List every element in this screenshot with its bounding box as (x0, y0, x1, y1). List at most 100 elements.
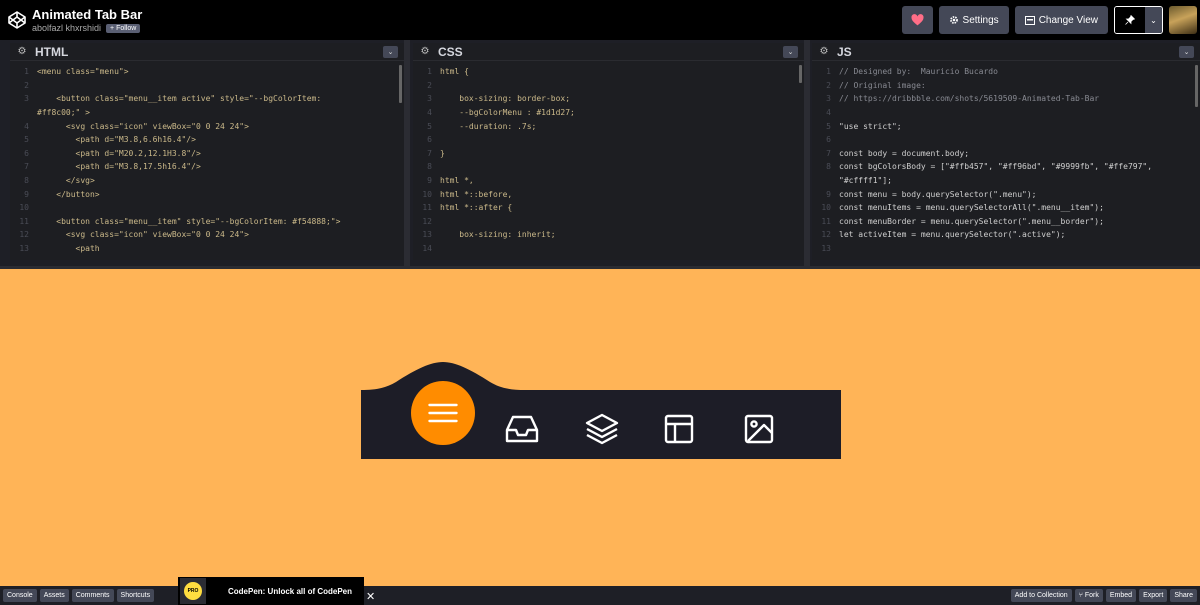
code-line: 12 (413, 215, 804, 229)
scrollbar[interactable] (1195, 65, 1198, 107)
pen-title[interactable]: Animated Tab Bar (32, 7, 142, 22)
code-line: 7 <path d="M3.8,17.5h16.4"/> (10, 160, 404, 174)
author-name[interactable]: abolfazl khxrshidi (32, 23, 101, 33)
code-line: 2 (10, 79, 404, 93)
close-icon[interactable]: ✕ (366, 590, 375, 603)
code-text: "use strict"; (839, 121, 902, 131)
change-view-button[interactable]: Change View (1014, 6, 1108, 34)
codepen-logo-icon[interactable] (7, 10, 27, 30)
code-text: // Designed by: Mauricio Bucardo (839, 67, 998, 77)
pin-dropdown-button[interactable]: ⌄ (1145, 7, 1162, 33)
pro-promo-banner[interactable]: PRO CodePen: Unlock all of CodePen (178, 577, 364, 605)
line-number: 8 (24, 176, 29, 186)
code-line: 1 html { (413, 65, 804, 79)
fork-icon: ⑂ (1078, 592, 1083, 599)
comments-button[interactable]: Comments (71, 589, 114, 602)
html-editor-panel[interactable]: ⚙ HTML ⌄ 1 <menu class="menu"> 2 3 <button … (10, 43, 404, 260)
scrollbar[interactable] (799, 65, 802, 83)
code-area[interactable]: 1 html {2 3 box-sizing: border-box; 4 --bgC… (413, 61, 804, 255)
panel-collapse-button[interactable]: ⌄ (1179, 45, 1194, 58)
code-text: html { (440, 67, 469, 77)
tab-layout-button[interactable] (659, 409, 699, 449)
code-text: const bgColorsBody = ["#ffb457", "#ff96b… (839, 162, 1153, 172)
code-line: 1 <menu class="menu"> (10, 65, 404, 79)
code-area[interactable]: 1 // Designed by: Mauricio Bucardo 2 // Ori… (812, 61, 1200, 255)
user-avatar[interactable] (1169, 6, 1197, 34)
line-number: 13 (422, 230, 432, 240)
code-text: <menu class="menu"> (37, 67, 129, 77)
panel-gear-icon[interactable]: ⚙ (817, 46, 831, 57)
code-line: 9 const menu = body.querySelector(".menu"… (812, 187, 1200, 201)
code-line: 6 (413, 133, 804, 147)
share-button[interactable]: Share (1170, 589, 1197, 602)
add-to-collection-button[interactable]: Add to Collection (1010, 589, 1072, 602)
export-button[interactable]: Export (1139, 589, 1168, 602)
line-number: 6 (826, 135, 831, 145)
line-number: 4 (826, 108, 831, 118)
code-text: <button class="menu__item active" style=… (37, 94, 322, 104)
line-number: 10 (422, 189, 432, 199)
line-number: 13 (821, 244, 831, 254)
panel-resize-handle[interactable] (404, 40, 410, 266)
inbox-icon (505, 415, 539, 443)
panel-lang-title: HTML (35, 44, 69, 59)
code-text: <path d="M20.2,12.1H3.8"/> (37, 148, 201, 158)
code-line: 4 --bgColorMenu : #1d1d27; (413, 106, 804, 120)
panel-resize-handle[interactable] (804, 40, 810, 266)
code-line: 7} (413, 147, 804, 161)
code-text: let activeItem = menu.querySelector(".ac… (839, 230, 1066, 240)
line-number: 11 (19, 216, 29, 226)
shortcuts-button[interactable]: Shortcuts (116, 589, 155, 602)
pin-group: ⌄ (1114, 6, 1163, 34)
line-number: 3 (24, 94, 29, 104)
follow-button[interactable]: + Follow (106, 23, 141, 33)
code-text: // Original image: (839, 80, 926, 90)
js-editor-panel[interactable]: ⚙ JS ⌄ 1 // Designed by: Mauricio Bucardo… (812, 43, 1200, 260)
code-line: 6 (812, 133, 1200, 147)
line-number: 4 (427, 108, 432, 118)
css-editor-panel[interactable]: ⚙ CSS ⌄ 1 html {2 3 box-sizing: border-box… (413, 43, 804, 260)
scrollbar[interactable] (399, 65, 402, 103)
tab-image-button[interactable] (739, 409, 779, 449)
tab-inbox-button[interactable] (502, 409, 542, 449)
line-number: 2 (427, 80, 432, 90)
code-text: "#cffff1"]; (839, 176, 892, 186)
code-line: 8 </svg> (10, 174, 404, 188)
line-number: 13 (19, 244, 29, 254)
console-button[interactable]: Console (3, 589, 37, 602)
line-number: 3 (427, 94, 432, 104)
line-number: 11 (821, 216, 831, 226)
panel-collapse-button[interactable]: ⌄ (783, 45, 798, 58)
code-text: html *::after { (440, 203, 513, 213)
pro-badge-icon: PRO (180, 578, 206, 604)
panel-gear-icon[interactable]: ⚙ (418, 46, 432, 57)
line-number: 2 (24, 80, 29, 90)
code-area[interactable]: 1 <menu class="menu"> 2 3 <button class="me… (10, 61, 404, 255)
pin-button[interactable] (1115, 7, 1145, 33)
code-text: --duration: .7s; (440, 121, 537, 131)
code-line: 13 <path (10, 242, 404, 256)
tab-layers-button[interactable] (582, 409, 622, 449)
layout-icon (664, 414, 694, 444)
embed-button[interactable]: Embed (1105, 589, 1137, 602)
result-preview (0, 266, 1200, 586)
code-line: "#cffff1"]; (812, 174, 1200, 188)
settings-button[interactable]: Settings (938, 6, 1009, 34)
panel-collapse-button[interactable]: ⌄ (383, 45, 398, 58)
active-tab-circle[interactable] (411, 381, 475, 445)
code-line: 11 <button class="menu__item" style="--b… (10, 215, 404, 229)
line-number: 10 (19, 203, 29, 213)
code-text: } (440, 148, 445, 158)
heart-button[interactable] (901, 6, 933, 34)
line-number: 1 (826, 67, 831, 77)
menu-icon (428, 403, 458, 423)
code-line: 5 "use strict"; (812, 119, 1200, 133)
panel-gear-icon[interactable]: ⚙ (15, 46, 29, 57)
assets-button[interactable]: Assets (39, 589, 69, 602)
line-number: 6 (427, 135, 432, 145)
tab-bar-menu (361, 362, 841, 459)
fork-label: Fork (1084, 592, 1099, 599)
fork-button[interactable]: ⑂ Fork (1074, 589, 1103, 602)
code-line: 3 // https://dribbble.com/shots/5619509-A… (812, 92, 1200, 106)
line-number: 6 (24, 148, 29, 158)
